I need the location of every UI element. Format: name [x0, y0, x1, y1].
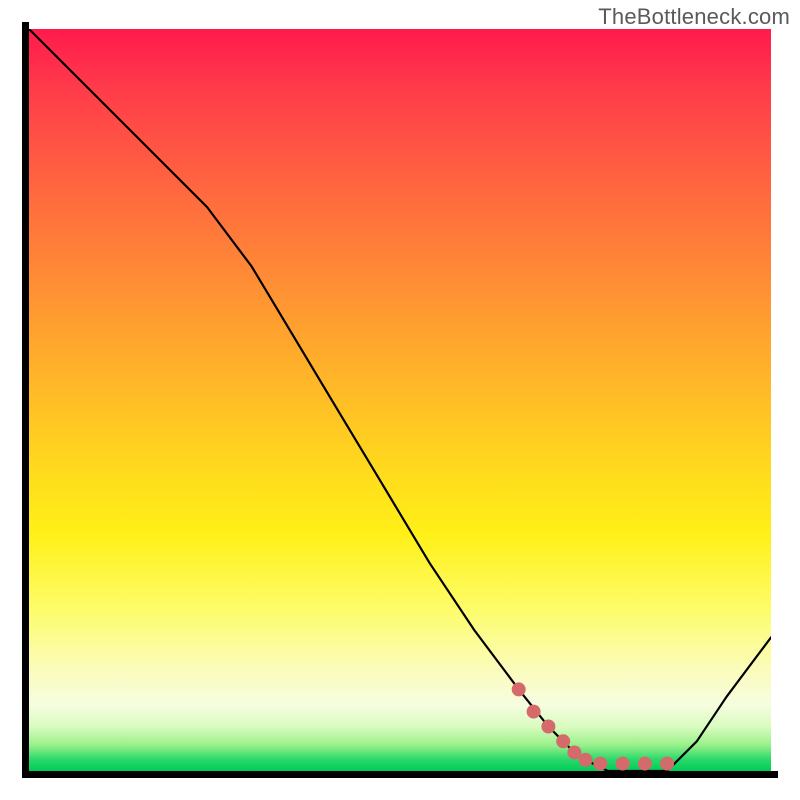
watermark-text: TheBottleneck.com	[598, 4, 790, 30]
y-axis-spine	[22, 22, 29, 778]
x-axis-spine	[22, 771, 778, 778]
plot-gradient-background	[29, 29, 771, 771]
chart-stage: TheBottleneck.com	[0, 0, 800, 800]
